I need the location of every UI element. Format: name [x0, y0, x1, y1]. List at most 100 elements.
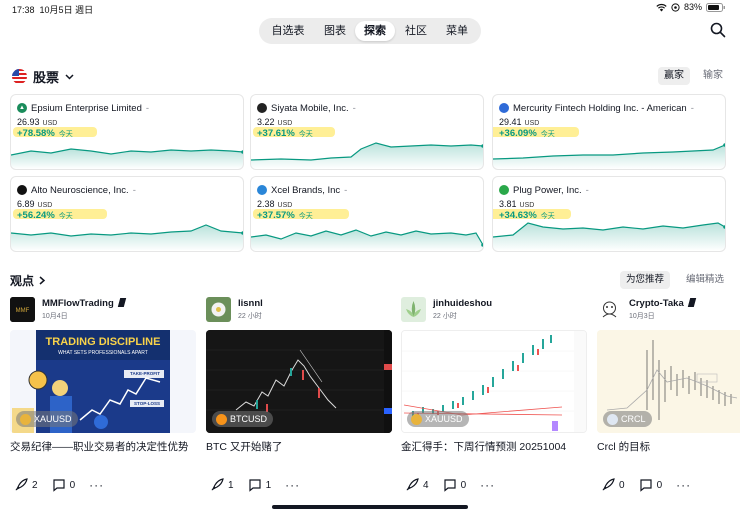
- stock-card[interactable]: Plug Power, Inc. - 3.81 USD +34.63% 今天: [492, 176, 726, 252]
- rocket-icon: [211, 478, 224, 491]
- comment-button[interactable]: 0: [52, 478, 75, 492]
- author-avatar[interactable]: [206, 297, 231, 322]
- comment-icon: [639, 479, 652, 492]
- status-bar: 17:38 10月5日 週日 83%: [0, 0, 740, 16]
- stock-name: Epsium Enterprise Limited: [31, 102, 142, 114]
- comment-button[interactable]: 0: [639, 478, 663, 492]
- comment-icon: [248, 479, 261, 492]
- bitcoin-icon: [216, 413, 227, 425]
- home-indicator[interactable]: [272, 505, 468, 509]
- currency-label: USD: [277, 202, 293, 209]
- tab-watchlist[interactable]: 自选表: [263, 21, 313, 41]
- symbol-tag[interactable]: XAUUSD: [407, 411, 469, 427]
- gold-icon: [20, 413, 31, 425]
- post-time: 10月4日: [42, 313, 68, 320]
- comment-button[interactable]: 0: [443, 478, 467, 492]
- company-logo-icon: [257, 185, 267, 195]
- author-name[interactable]: Crypto-Taka: [629, 298, 684, 309]
- symbol-tag[interactable]: CRCL: [603, 411, 652, 427]
- stocks-header[interactable]: 股票: [12, 67, 74, 85]
- more-icon[interactable]: ···: [285, 478, 300, 492]
- stock-price: 3.22: [257, 117, 275, 127]
- author-avatar[interactable]: [401, 297, 426, 322]
- more-icon[interactable]: ···: [480, 478, 495, 492]
- sparkline-chart: [11, 224, 243, 251]
- idea-title[interactable]: Crcl 的目标: [597, 439, 650, 454]
- stock-card[interactable]: Xcel Brands, Inc - 2.38 USD +37.57% 今天: [250, 176, 484, 252]
- ideas-title: 观点: [10, 274, 35, 288]
- boost-count: 0: [619, 479, 625, 491]
- post-time: 22 小时: [238, 313, 262, 320]
- rocket-icon: [406, 478, 419, 491]
- comment-button[interactable]: 1: [248, 478, 271, 492]
- svg-text:MMF: MMF: [16, 308, 30, 314]
- author-name[interactable]: MMFlowTrading: [42, 298, 114, 309]
- boost-count: 1: [228, 479, 234, 491]
- tab-menu[interactable]: 菜单: [437, 21, 477, 41]
- tab-explore[interactable]: 探索: [355, 21, 395, 41]
- symbol-name: XAUUSD: [425, 414, 463, 424]
- sparkline-chart: [493, 222, 725, 251]
- boost-button[interactable]: 0: [601, 478, 625, 492]
- stock-name: Xcel Brands, Inc: [271, 184, 341, 196]
- idea-title[interactable]: 金汇得手：下周行情预测 20251004: [401, 439, 566, 454]
- toggle-losers[interactable]: 输家: [698, 67, 728, 85]
- idea-card[interactable]: lisnnl 22 小时 BTCUSD BTC 又开始赌了 1 1 ···: [206, 296, 392, 506]
- idea-card[interactable]: MMF MMFlowTrading 10月4日 TRADING DISCIPLI…: [10, 296, 196, 506]
- post-time: 10月3日: [629, 313, 655, 320]
- sparkline-chart: [11, 148, 243, 169]
- toggle-gainers[interactable]: 赢家: [658, 67, 690, 85]
- more-icon[interactable]: ···: [676, 478, 691, 492]
- ideas-header[interactable]: 观点: [10, 272, 46, 289]
- boost-button[interactable]: 1: [210, 478, 234, 492]
- comment-count: 0: [656, 479, 663, 491]
- sparkline-chart: [493, 143, 725, 169]
- idea-card[interactable]: jinhuideshou 22 小时 XAUUSD 金汇得手：下周行情预测 20…: [401, 296, 587, 506]
- idea-title[interactable]: 交易纪律——职业交易者的决定性优势: [10, 439, 189, 454]
- stock-price: 3.81: [499, 199, 517, 209]
- stock-card[interactable]: Alto Neuroscience, Inc. - 6.89 USD +56.24%…: [10, 176, 244, 252]
- sparkline-chart: [251, 142, 483, 169]
- author-avatar[interactable]: [597, 297, 622, 322]
- author-name[interactable]: lisnnl: [238, 298, 263, 309]
- author-name[interactable]: jinhuideshou: [433, 298, 492, 309]
- boost-button[interactable]: 4: [405, 478, 429, 492]
- stock-card[interactable]: Siyata Mobile, Inc. - 3.22 USD +37.61% 今天: [250, 94, 484, 170]
- stock-card[interactable]: Mercurity Fintech Holding Inc. - America…: [492, 94, 726, 170]
- symbol-tag[interactable]: XAUUSD: [16, 411, 78, 427]
- stock-name: Siyata Mobile, Inc.: [271, 102, 349, 114]
- tab-community[interactable]: 社区: [397, 21, 435, 41]
- thumbnail-heading: TRADING DISCIPLINE: [45, 336, 161, 348]
- company-logo-icon: ▲: [17, 103, 27, 113]
- stock-card[interactable]: ▲ Epsium Enterprise Limited - 26.93 USD +78…: [10, 94, 244, 170]
- comment-icon: [52, 479, 65, 492]
- stock-price: 6.89: [17, 199, 35, 209]
- comment-count: 0: [460, 479, 467, 491]
- take-profit-label: TAKE-PROFIT: [130, 371, 160, 376]
- more-icon[interactable]: ···: [89, 478, 104, 492]
- currency-label: USD: [519, 202, 535, 209]
- stocks-title: 股票: [33, 69, 60, 85]
- company-logo-icon: [499, 185, 509, 195]
- thumbnail-subheading: WHAT SETS PROFESSIONALS APART: [58, 350, 148, 356]
- stock-name: Plug Power, Inc.: [513, 184, 582, 196]
- boost-button[interactable]: 2: [14, 478, 38, 492]
- stock-price: 26.93: [17, 117, 40, 127]
- status-indicators: 83%: [656, 2, 726, 12]
- chevron-right-icon: [39, 276, 46, 285]
- tab-chart[interactable]: 图表: [315, 21, 355, 41]
- idea-title[interactable]: BTC 又开始赌了: [206, 439, 282, 454]
- tab-for-you[interactable]: 为您推荐: [620, 271, 670, 289]
- top-nav: 自选表 图表 探索 社区 菜单: [259, 18, 481, 44]
- search-icon[interactable]: [710, 22, 726, 38]
- symbol-tag[interactable]: BTCUSD: [212, 411, 274, 427]
- author-avatar[interactable]: MMF: [10, 297, 35, 322]
- currency-label: USD: [277, 120, 293, 127]
- post-time: 22 小时: [433, 313, 457, 320]
- idea-card[interactable]: Crypto-Taka 10月3日 CRCL Crcl 的目标 0 0 ···: [597, 296, 740, 506]
- tab-editors-picks[interactable]: 编辑精选: [680, 271, 730, 289]
- boost-count: 2: [32, 479, 38, 491]
- symbol-name: BTCUSD: [230, 414, 268, 424]
- symbol-name: CRCL: [621, 414, 646, 424]
- stock-name: Alto Neuroscience, Inc.: [31, 184, 129, 196]
